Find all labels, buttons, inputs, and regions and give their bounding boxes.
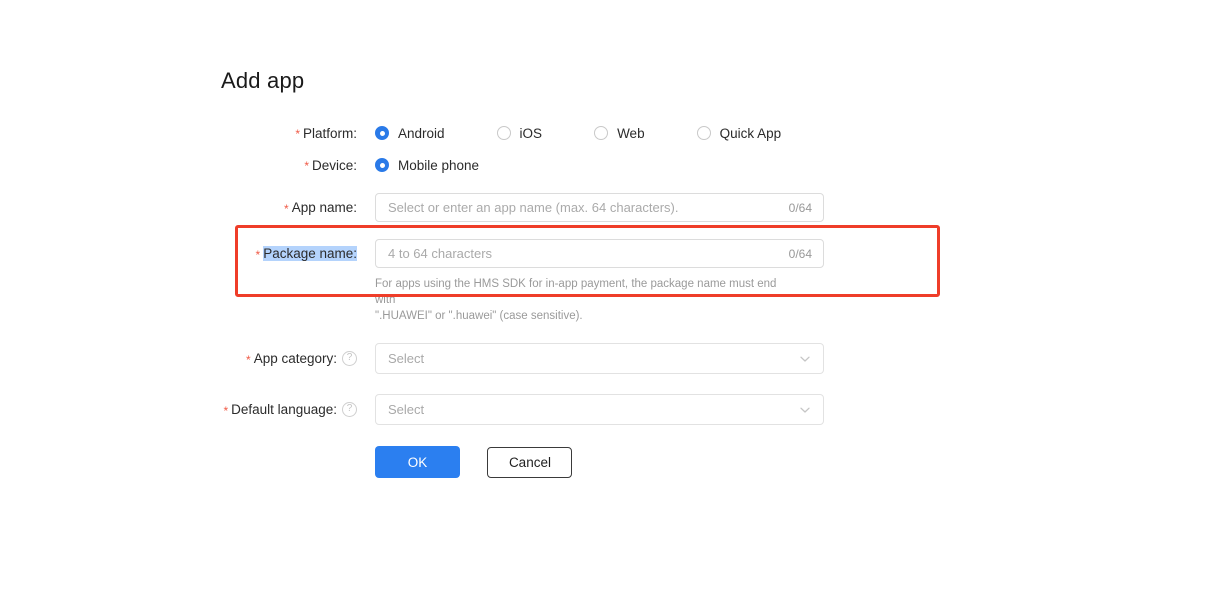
required-asterisk-icon: * xyxy=(284,201,289,216)
platform-label: * Platform: xyxy=(0,126,357,141)
device-field: Mobile phone xyxy=(375,158,1216,173)
cancel-button[interactable]: Cancel xyxy=(487,446,573,478)
app-category-select-placeholder: Select xyxy=(388,351,425,366)
default-language-label: * Default language: ? xyxy=(0,402,357,417)
required-asterisk-icon: * xyxy=(255,247,261,262)
package-name-helper-line-1: For apps using the HMS SDK for in-app pa… xyxy=(375,278,777,306)
question-mark-icon[interactable]: ? xyxy=(342,402,357,417)
package-name-input-placeholder: 4 to 64 characters xyxy=(388,246,493,261)
app-category-label: * App category: ? xyxy=(0,351,357,366)
form-row-package-name: * Package name: 4 to 64 characters 0/64 … xyxy=(0,239,1216,324)
package-name-field: 4 to 64 characters 0/64 For apps using t… xyxy=(375,239,1216,324)
page-title: Add app xyxy=(221,68,305,93)
app-category-label-text: App category: xyxy=(253,351,337,366)
chevron-down-icon[interactable] xyxy=(799,404,811,416)
radio-label: Mobile phone xyxy=(398,157,480,173)
package-name-label: * Package name: xyxy=(0,239,357,268)
add-app-form: * Platform: Android iOS Web Quick App * … xyxy=(0,118,1216,478)
radio-unchecked-icon[interactable] xyxy=(696,126,711,140)
package-name-helper-line-2: ".HUAWEI" or ".huawei" (case sensitive). xyxy=(375,310,583,322)
required-asterisk-icon: * xyxy=(304,159,309,173)
radio-label: Web xyxy=(617,125,645,141)
app-category-select[interactable]: Select xyxy=(375,343,824,374)
required-asterisk-icon: * xyxy=(223,403,229,418)
radio-label: Android xyxy=(398,125,445,141)
radio-unchecked-icon[interactable] xyxy=(594,126,609,140)
app-name-input-placeholder: Select or enter an app name (max. 64 cha… xyxy=(388,200,679,215)
form-actions: OK Cancel xyxy=(0,446,1216,478)
platform-field: Android iOS Web Quick App xyxy=(375,126,1216,141)
device-label: * Device: xyxy=(0,158,357,173)
chevron-down-icon[interactable] xyxy=(799,353,811,365)
app-name-label: * App name: xyxy=(0,200,357,215)
form-row-platform: * Platform: Android iOS Web Quick App xyxy=(0,118,1216,148)
device-radio-group: Mobile phone xyxy=(375,158,1216,173)
default-language-field: Select xyxy=(375,394,1216,425)
package-name-char-counter: 0/64 xyxy=(788,246,812,261)
package-name-label-text: Package name: xyxy=(263,246,357,261)
ok-button[interactable]: OK xyxy=(375,446,460,478)
app-category-field: Select xyxy=(375,343,1216,374)
form-row-device: * Device: Mobile phone xyxy=(0,148,1216,182)
app-name-field: Select or enter an app name (max. 64 cha… xyxy=(375,193,1216,222)
radio-unchecked-icon[interactable] xyxy=(496,126,511,140)
radio-platform-web[interactable]: Web xyxy=(594,126,645,141)
app-name-input[interactable]: Select or enter an app name (max. 64 cha… xyxy=(375,193,824,222)
default-language-label-text: Default language: xyxy=(231,402,337,417)
default-language-select[interactable]: Select xyxy=(375,394,824,425)
radio-label: iOS xyxy=(519,125,543,141)
app-name-char-counter: 0/64 xyxy=(788,200,812,215)
default-language-select-placeholder: Select xyxy=(388,402,425,417)
radio-checked-icon[interactable] xyxy=(375,126,389,140)
platform-label-text: Platform: xyxy=(302,125,357,141)
required-asterisk-icon: * xyxy=(246,352,251,367)
radio-label: Quick App xyxy=(719,125,782,141)
device-label-text: Device: xyxy=(311,157,357,173)
radio-device-mobile-phone[interactable]: Mobile phone xyxy=(375,158,479,173)
form-row-app-category: * App category: ? Select xyxy=(0,343,1216,374)
form-row-default-language: * Default language: ? Select xyxy=(0,394,1216,425)
required-asterisk-icon: * xyxy=(295,127,300,141)
package-name-helper-text: For apps using the HMS SDK for in-app pa… xyxy=(375,276,795,324)
platform-radio-group: Android iOS Web Quick App xyxy=(375,126,1216,141)
radio-platform-quick-app[interactable]: Quick App xyxy=(696,125,782,141)
package-name-input[interactable]: 4 to 64 characters 0/64 xyxy=(375,239,824,268)
radio-platform-ios[interactable]: iOS xyxy=(496,125,543,141)
app-name-label-text: App name: xyxy=(291,200,357,215)
actions-field: OK Cancel xyxy=(375,446,1216,478)
form-row-app-name: * App name: Select or enter an app name … xyxy=(0,182,1216,233)
question-mark-icon[interactable]: ? xyxy=(342,351,357,366)
radio-platform-android[interactable]: Android xyxy=(375,126,445,141)
radio-checked-icon[interactable] xyxy=(375,158,389,172)
